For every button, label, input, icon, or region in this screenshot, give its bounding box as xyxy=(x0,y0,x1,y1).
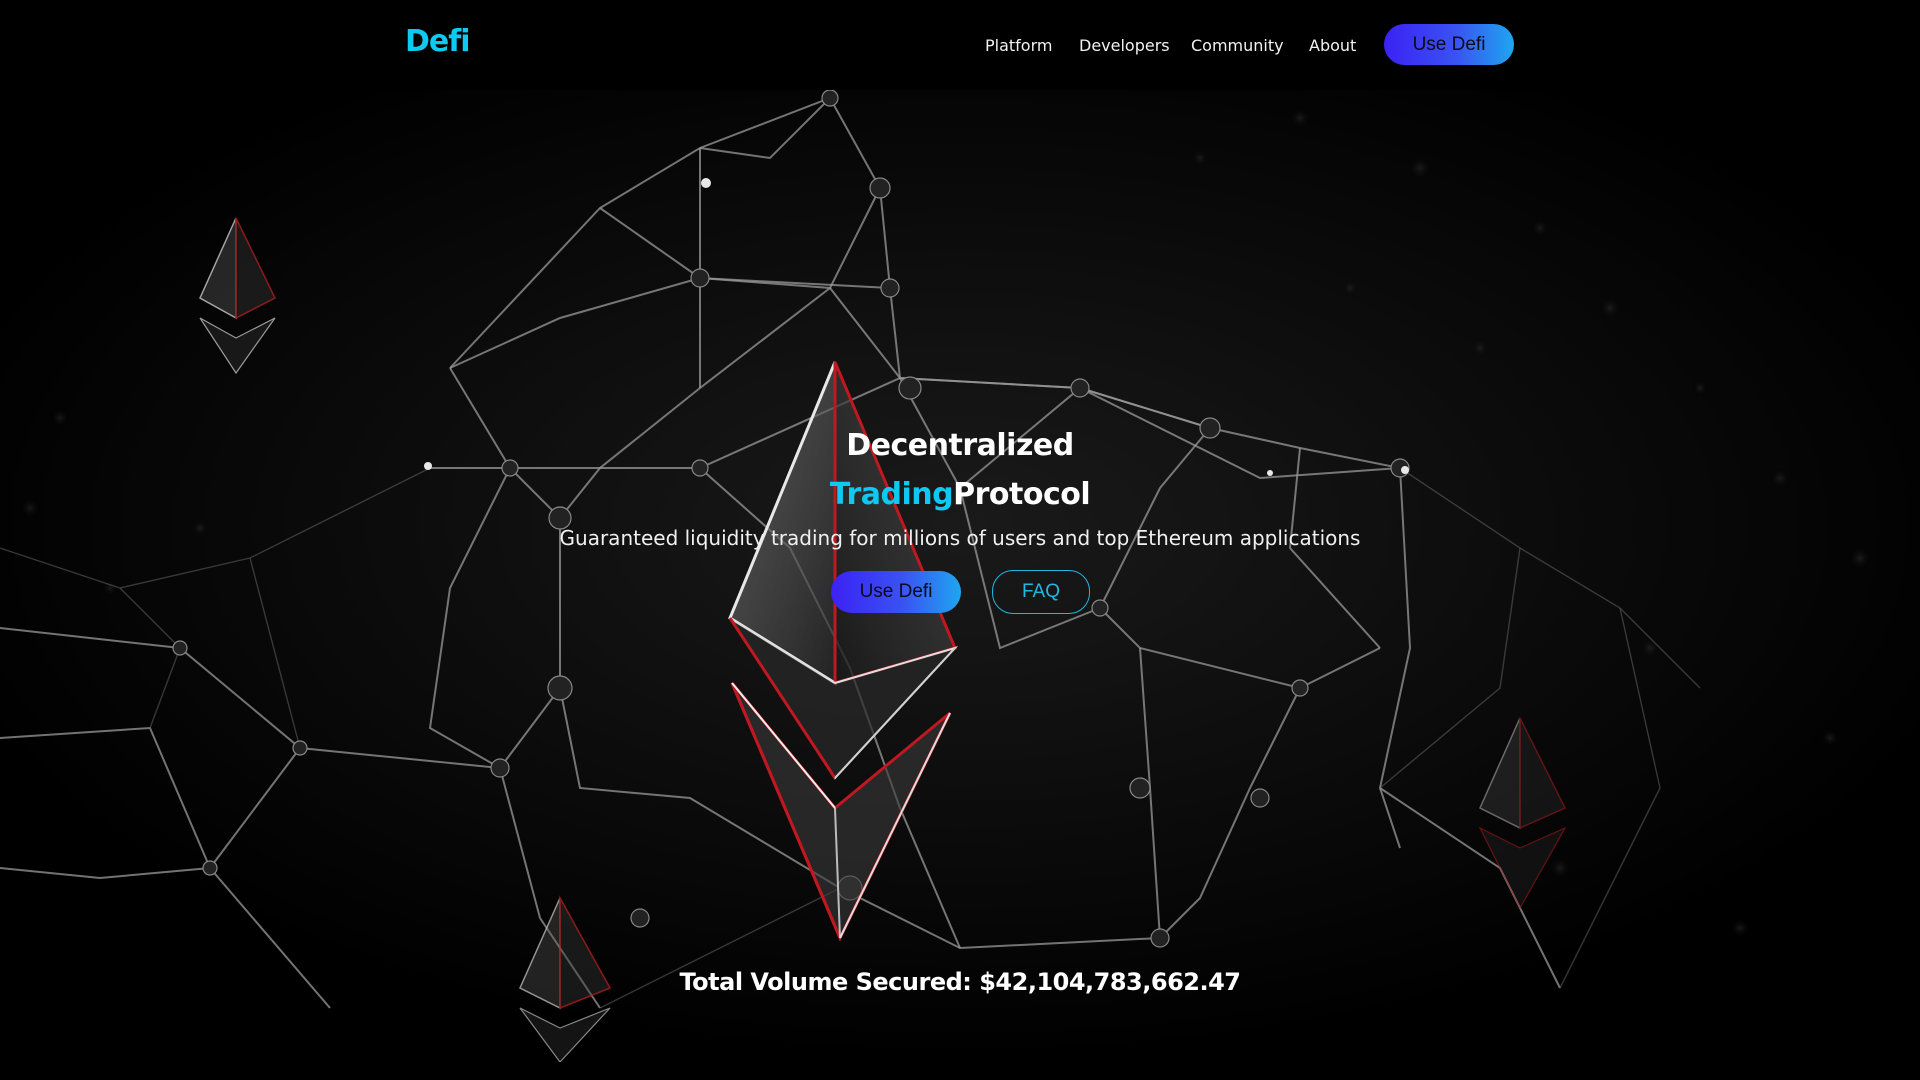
landing-page: Defi Platform Developers Community About… xyxy=(0,0,1920,1080)
hero-title-line1: Decentralized xyxy=(846,428,1074,463)
hero-title-line2: TradingProtocol xyxy=(0,477,1920,512)
bottom-bar xyxy=(0,1062,1920,1080)
nav-developers[interactable]: Developers xyxy=(1079,36,1170,55)
nav-about[interactable]: About xyxy=(1309,36,1356,55)
hero-title-accent: Trading xyxy=(829,477,954,512)
nav-platform[interactable]: Platform xyxy=(985,36,1052,55)
use-defi-button[interactable]: Use Defi xyxy=(831,571,961,613)
hero-subtitle: Guaranteed liquidity trading for million… xyxy=(559,526,1361,550)
hero-title-rest: Protocol xyxy=(953,477,1091,512)
site-header: Defi Platform Developers Community About… xyxy=(0,0,1920,90)
faq-button[interactable]: FAQ xyxy=(992,570,1090,614)
ethereum-network-background xyxy=(0,88,1920,1062)
total-volume-text: Total Volume Secured: $42,104,783,662.47 xyxy=(679,968,1241,996)
nav-community[interactable]: Community xyxy=(1191,36,1284,55)
header-use-defi-button[interactable]: Use Defi xyxy=(1384,24,1514,65)
main-nav: Platform Developers Community About xyxy=(0,36,1920,56)
